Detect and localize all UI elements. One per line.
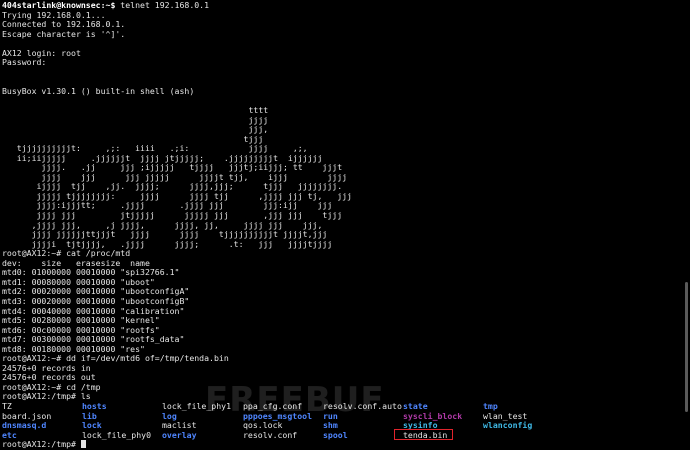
ls-entry: lock_file_phy0 xyxy=(82,429,152,440)
shell-prompt[interactable]: root@AX12:/tmp# xyxy=(2,439,86,450)
terminal-line: root@AX12:~# dd if=/dev/mtd6 of=/tmp/ten… xyxy=(2,353,229,364)
terminal-scrollbar[interactable] xyxy=(682,0,690,450)
terminal-line: BusyBox v1.30.1 () built-in shell (ash) xyxy=(2,85,195,96)
terminal-line: Password: xyxy=(2,57,47,68)
prompt-text: root@AX12:/tmp# xyxy=(2,439,81,449)
tenda-bin-highlight-box xyxy=(394,429,453,440)
ls-entry: spool xyxy=(323,429,348,440)
text-cursor xyxy=(80,440,86,448)
scrollbar-thumb[interactable] xyxy=(685,282,688,412)
ls-entry: overlay xyxy=(162,429,197,440)
user-prompt: 404starlink@knownsec:~$ xyxy=(2,0,116,10)
terminal-output: 404starlink@knownsec:~$ telnet 192.168.0… xyxy=(2,0,680,402)
ls-entry: wlanconfig xyxy=(483,420,533,431)
terminal-line: root@AX12:~# cd /tmp xyxy=(2,381,101,392)
ls-output: TZ hosts lock_file_phy1 ppa_cfg.conf resolv.… xyxy=(2,401,602,441)
terminal-window[interactable]: 404starlink@knownsec:~$ telnet 192.168.0… xyxy=(0,0,690,450)
terminal-line: 24576+0 records out xyxy=(2,372,96,383)
ls-entry: resolv.conf xyxy=(243,429,298,440)
terminal-line: Escape character is '^]'. xyxy=(2,28,126,39)
terminal-line: 24576+0 records in xyxy=(2,362,91,373)
command-text: telnet 192.168.0.1 xyxy=(115,0,210,10)
terminal-line: AX12 login: root xyxy=(2,47,81,58)
ls-row: etc lock_file_phy0 overlay resolv.conf spool… xyxy=(2,429,602,441)
